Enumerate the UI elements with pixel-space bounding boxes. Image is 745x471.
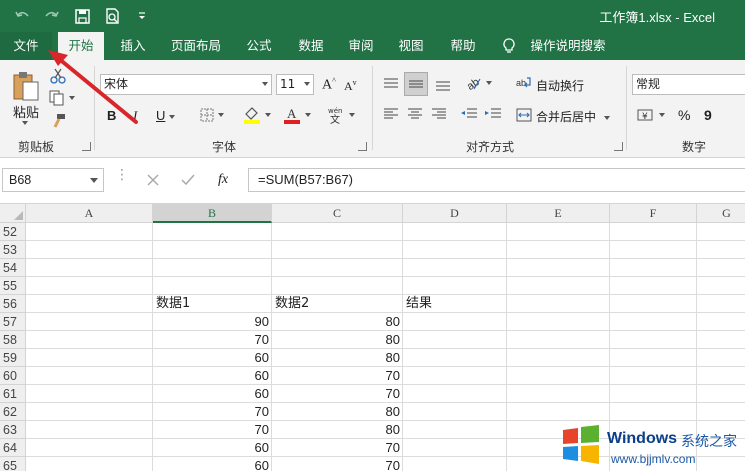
row-header[interactable]: 60 — [0, 367, 26, 385]
column-header-f[interactable]: F — [610, 204, 697, 223]
cancel-entry-icon[interactable] — [146, 173, 160, 187]
cell-c59[interactable]: 80 — [272, 349, 403, 367]
cell-c65[interactable]: 70 — [272, 457, 403, 471]
row-header[interactable]: 56 — [0, 295, 26, 313]
row-header[interactable]: 62 — [0, 403, 26, 421]
column-header-b[interactable]: B — [153, 204, 272, 223]
row-header[interactable]: 65 — [0, 457, 26, 471]
row-header[interactable]: 61 — [0, 385, 26, 403]
row-header[interactable]: 64 — [0, 439, 26, 457]
formula-bar-grip[interactable]: ⋮ — [115, 168, 129, 182]
select-all-triangle — [14, 211, 23, 220]
name-box[interactable]: B68 — [2, 168, 104, 192]
watermark: Windows 系统之家 www.bjjmlv.com — [555, 418, 745, 471]
cell-b64[interactable]: 60 — [153, 439, 272, 457]
column-gridline — [271, 223, 272, 471]
cell-b61[interactable]: 60 — [153, 385, 272, 403]
cell-b65[interactable]: 60 — [153, 457, 272, 471]
cell-c57[interactable]: 80 — [272, 313, 403, 331]
row-header[interactable]: 63 — [0, 421, 26, 439]
column-header-d[interactable]: D — [403, 204, 507, 223]
cell-b60[interactable]: 60 — [153, 367, 272, 385]
name-box-value: B68 — [9, 173, 32, 187]
watermark-url: www.bjjmlv.com — [611, 452, 696, 466]
column-gridline — [402, 223, 403, 471]
cell-b56[interactable]: 数据1 — [153, 295, 272, 313]
row-gridline — [26, 258, 745, 259]
formula-input[interactable]: =SUM(B57:B67) — [248, 168, 745, 192]
windows-logo-icon — [563, 425, 599, 464]
cell-c62[interactable]: 80 — [272, 403, 403, 421]
cell-b62[interactable]: 70 — [153, 403, 272, 421]
watermark-brand: Windows — [607, 430, 678, 447]
row-header[interactable]: 52 — [0, 223, 26, 241]
column-gridline — [152, 223, 153, 471]
row-gridline — [26, 276, 745, 277]
cell-c63[interactable]: 80 — [272, 421, 403, 439]
cell-b57[interactable]: 90 — [153, 313, 272, 331]
column-header-e[interactable]: E — [507, 204, 610, 223]
cell-c61[interactable]: 70 — [272, 385, 403, 403]
confirm-entry-icon[interactable] — [180, 173, 196, 187]
row-header[interactable]: 54 — [0, 259, 26, 277]
formula-bar: B68 ⋮ fx =SUM(B57:B67) — [0, 158, 745, 204]
row-gridline — [26, 240, 745, 241]
row-header[interactable]: 58 — [0, 331, 26, 349]
column-header-a[interactable]: A — [26, 204, 153, 223]
cell-d56[interactable]: 结果 — [403, 295, 507, 313]
insert-function-button[interactable]: fx — [218, 172, 228, 188]
cell-b59[interactable]: 60 — [153, 349, 272, 367]
cell-c56[interactable]: 数据2 — [272, 295, 403, 313]
cell-c60[interactable]: 70 — [272, 367, 403, 385]
select-all-button[interactable] — [0, 204, 26, 223]
column-header-c[interactable]: C — [272, 204, 403, 223]
row-header[interactable]: 55 — [0, 277, 26, 295]
row-header[interactable]: 57 — [0, 313, 26, 331]
column-gridline — [506, 223, 507, 471]
column-header-g[interactable]: G — [697, 204, 745, 223]
cell-b63[interactable]: 70 — [153, 421, 272, 439]
cell-c58[interactable]: 80 — [272, 331, 403, 349]
row-header[interactable]: 53 — [0, 241, 26, 259]
row-header[interactable]: 59 — [0, 349, 26, 367]
cell-c64[interactable]: 70 — [272, 439, 403, 457]
watermark-cn: 系统之家 — [681, 434, 737, 450]
cell-b58[interactable]: 70 — [153, 331, 272, 349]
